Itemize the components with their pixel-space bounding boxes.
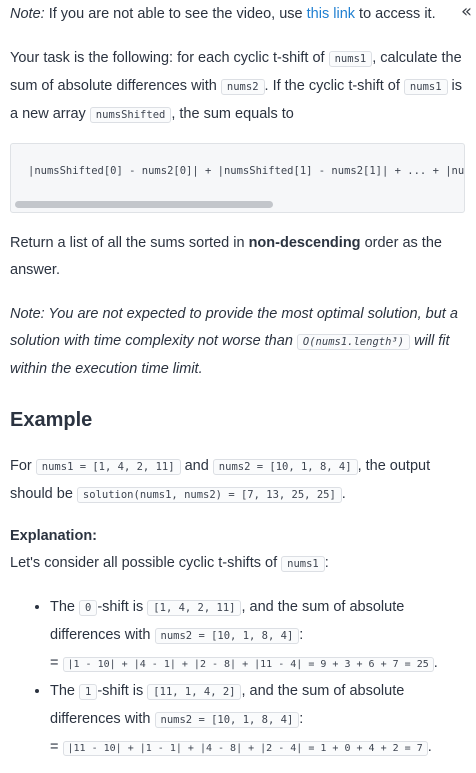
video-note: Note: If you are not able to see the vid… bbox=[10, 6, 436, 22]
list-item: The 1-shift is [11, 1, 4, 2], and the su… bbox=[50, 678, 465, 762]
formula-code-block[interactable]: |numsShifted[0] - nums2[0]| + |numsShift… bbox=[10, 143, 465, 213]
example-paragraph: For nums1 = [1, 4, 2, 11] and nums2 = [1… bbox=[10, 458, 431, 503]
consider-paragraph: Let's consider all possible cyclic t-shi… bbox=[10, 555, 329, 572]
formula-text: |numsShifted[0] - nums2[0]| + |numsShift… bbox=[28, 165, 465, 177]
task-description: Note: If you are not able to see the vid… bbox=[10, 0, 465, 762]
complexity-note: Note: You are not expected to provide th… bbox=[10, 306, 458, 377]
math-expression: |11 - 10| + |1 - 1| + |4 - 8| + |2 - 4| … bbox=[62, 741, 428, 756]
shift-list: The 0-shift is [1, 4, 2, 11], and the su… bbox=[10, 594, 465, 762]
horizontal-scrollbar[interactable] bbox=[15, 201, 273, 208]
explanation-label: Explanation: bbox=[10, 528, 98, 544]
video-link[interactable]: this link bbox=[307, 6, 355, 22]
note-label: Note: bbox=[10, 6, 45, 22]
task-paragraph: Your task is the following: for each cyc… bbox=[10, 50, 463, 123]
math-expression: |1 - 10| + |4 - 1| + |2 - 8| + |11 - 4| … bbox=[62, 657, 434, 672]
list-item: The 0-shift is [1, 4, 2, 11], and the su… bbox=[50, 594, 465, 678]
example-heading: Example bbox=[10, 409, 93, 431]
return-paragraph: Return a list of all the sums sorted in … bbox=[10, 235, 442, 278]
